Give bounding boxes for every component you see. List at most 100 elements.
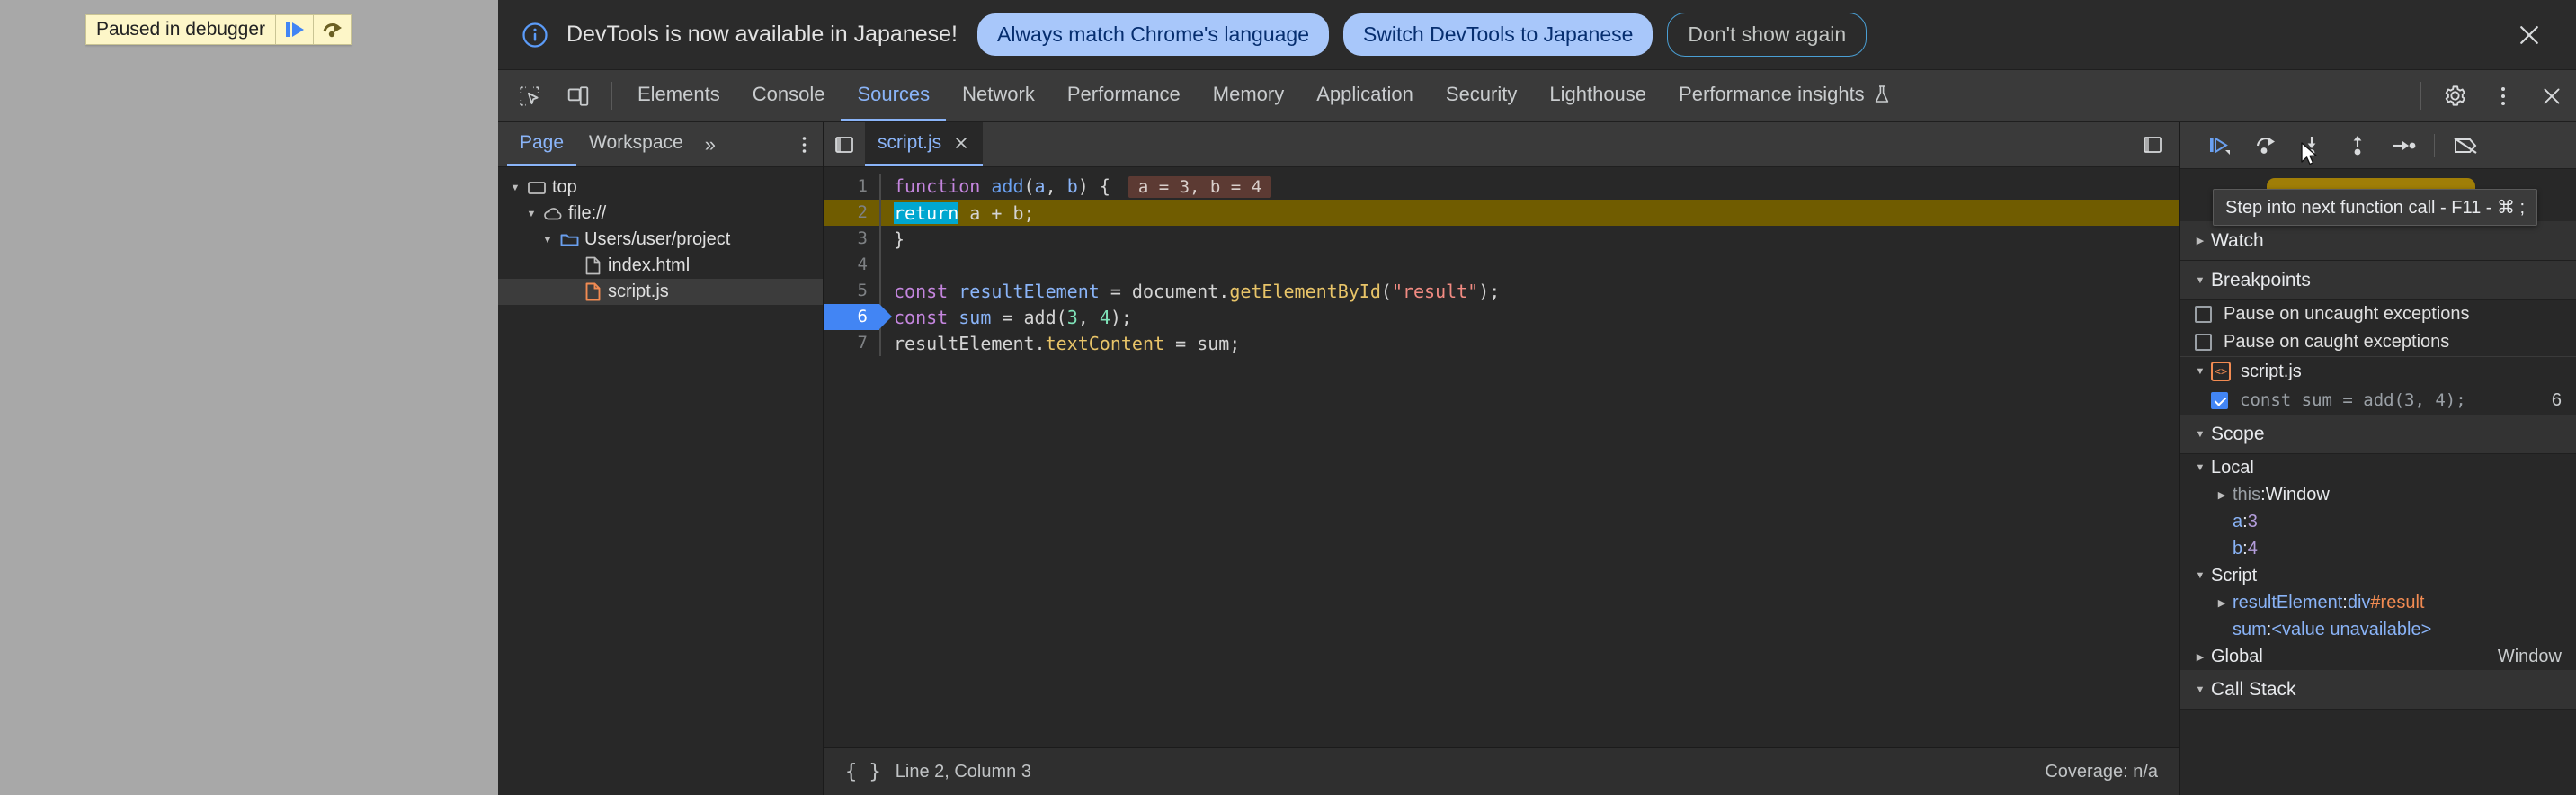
tab-lighthouse[interactable]: Lighthouse	[1533, 70, 1662, 121]
step-out-button[interactable]	[2338, 128, 2377, 164]
code-line[interactable]: 7 resultElement.textContent = sum;	[824, 330, 2179, 356]
gear-icon[interactable]	[2432, 75, 2477, 117]
close-icon[interactable]	[2506, 12, 2553, 58]
step-over-button[interactable]	[2246, 128, 2286, 164]
editor-status-bar: { } Line 2, Column 3 Coverage: n/a	[824, 747, 2179, 795]
code-line[interactable]: 3 }	[824, 226, 2179, 252]
more-tabs-chevron-icon[interactable]: »	[696, 122, 725, 166]
line-number[interactable]: 3	[824, 226, 879, 252]
tab-sources[interactable]: Sources	[841, 70, 946, 121]
navigator-more-options-icon[interactable]	[785, 122, 823, 166]
tab-performance[interactable]: Performance	[1051, 70, 1197, 121]
pause-on-caught-exceptions-row[interactable]: Pause on caught exceptions	[2180, 328, 2576, 356]
resume-script-icon[interactable]	[275, 15, 313, 44]
scope-var-value: 3	[2248, 512, 2258, 532]
step-over-icon[interactable]	[313, 15, 351, 44]
editor-tabs-right-actions	[2135, 122, 2179, 166]
switch-devtools-to-japanese-button[interactable]: Switch DevTools to Japanese	[1343, 13, 1653, 56]
pause-on-uncaught-exceptions-row[interactable]: Pause on uncaught exceptions	[2180, 300, 2576, 328]
tree-item-script-js[interactable]: script.js	[498, 279, 823, 305]
section-header-breakpoints[interactable]: ▼ Breakpoints	[2180, 261, 2576, 300]
twisty-icon[interactable]: ▼	[2189, 684, 2211, 695]
code-line-executing[interactable]: 2 return a + b;	[824, 200, 2179, 226]
tab-memory[interactable]: Memory	[1197, 70, 1300, 121]
tree-item-label: file://	[568, 203, 606, 224]
inspect-element-icon[interactable]	[507, 75, 552, 117]
twisty-icon[interactable]: ▼	[521, 209, 541, 219]
scope-group-local[interactable]: ▼ Local	[2180, 454, 2576, 481]
breakpoint-marker[interactable]: 6	[824, 304, 879, 330]
nav-tab-workspace[interactable]: Workspace	[576, 122, 696, 166]
code-line[interactable]: 1 function add(a, b) {a = 3, b = 4	[824, 174, 2179, 200]
twisty-icon[interactable]: ▼	[2189, 429, 2211, 440]
always-match-chrome-language-button[interactable]: Always match Chrome's language	[977, 13, 1329, 56]
tab-elements[interactable]: Elements	[621, 70, 736, 121]
deactivate-breakpoints-button[interactable]	[2446, 128, 2485, 164]
breakpoint-entry[interactable]: const sum = add(3, 4); 6	[2180, 386, 2576, 415]
twisty-icon[interactable]: ▶	[2211, 489, 2233, 501]
nav-tab-page[interactable]: Page	[507, 122, 576, 166]
twisty-icon[interactable]: ▼	[2189, 462, 2211, 473]
tree-item-label: index.html	[608, 255, 690, 276]
section-header-watch[interactable]: ▶ Watch	[2180, 221, 2576, 261]
scope-var-a[interactable]: a : 3	[2180, 508, 2576, 535]
twisty-icon[interactable]: ▶	[2211, 597, 2233, 609]
checkbox[interactable]	[2195, 334, 2212, 351]
line-number[interactable]: 4	[824, 252, 879, 278]
scope-var-resultelement[interactable]: ▶ resultElement : div#result	[2180, 589, 2576, 616]
section-header-call-stack[interactable]: ▼ Call Stack	[2180, 670, 2576, 710]
scope-var-b[interactable]: b : 4	[2180, 535, 2576, 562]
pretty-print-icon[interactable]: { }	[845, 761, 881, 783]
tab-application[interactable]: Application	[1300, 70, 1430, 121]
section-header-scope[interactable]: ▼ Scope	[2180, 415, 2576, 454]
device-toolbar-icon[interactable]	[556, 75, 601, 117]
show-navigator-icon[interactable]	[824, 122, 865, 166]
coverage-label: Coverage: n/a	[2045, 762, 2158, 782]
close-devtools-icon[interactable]	[2529, 75, 2574, 117]
code-line-breakpoint[interactable]: 6 const sum = add(3, 4);	[824, 304, 2179, 330]
twisty-icon[interactable]: ▼	[505, 183, 525, 193]
tab-security[interactable]: Security	[1430, 70, 1533, 121]
checkbox[interactable]	[2195, 306, 2212, 323]
tree-item-index-html[interactable]: index.html	[498, 253, 823, 279]
scope-var-this[interactable]: ▶ this : Window	[2180, 481, 2576, 508]
twisty-icon[interactable]: ▶	[2189, 235, 2211, 246]
scope-var-value: div#result	[2348, 593, 2425, 613]
tab-console[interactable]: Console	[736, 70, 842, 121]
open-in-new-panel-icon[interactable]	[2135, 127, 2170, 163]
close-icon[interactable]	[952, 134, 970, 152]
code-editor[interactable]: 1 function add(a, b) {a = 3, b = 4 2 ret…	[824, 167, 2179, 747]
resume-button[interactable]	[2200, 128, 2240, 164]
twisty-icon[interactable]: ▼	[2189, 366, 2211, 377]
scope-group-script[interactable]: ▼ Script	[2180, 562, 2576, 589]
scope-group-global[interactable]: ▶ Global Window	[2180, 643, 2576, 670]
twisty-icon[interactable]: ▼	[2189, 570, 2211, 581]
code-text: resultElement.textContent = sum;	[894, 333, 1240, 354]
tree-item-top[interactable]: ▼ top	[498, 174, 823, 201]
line-number[interactable]: 5	[824, 278, 879, 304]
twisty-icon[interactable]: ▼	[2189, 275, 2211, 286]
line-number[interactable]: 7	[824, 330, 879, 356]
line-number[interactable]: 1	[824, 174, 879, 200]
javascript-file-icon: <>	[2211, 362, 2231, 381]
line-number[interactable]: 2	[824, 200, 879, 226]
scope-var-sum[interactable]: sum : <value unavailable>	[2180, 616, 2576, 643]
breakpoint-group-script-js[interactable]: ▼ <> script.js	[2180, 356, 2576, 386]
more-options-icon[interactable]	[2481, 75, 2526, 117]
code-line[interactable]: 5 const resultElement = document.getElem…	[824, 278, 2179, 304]
step-into-button[interactable]	[2292, 128, 2331, 164]
code-line[interactable]: 4	[824, 252, 2179, 278]
twisty-icon[interactable]: ▶	[2189, 651, 2211, 663]
twisty-icon[interactable]: ▼	[538, 235, 557, 246]
indent-guide	[879, 174, 881, 200]
dont-show-again-button[interactable]: Don't show again	[1667, 13, 1867, 57]
tab-network[interactable]: Network	[946, 70, 1051, 121]
tree-item-project-folder[interactable]: ▼ Users/user/project	[498, 227, 823, 253]
checkbox-label: Pause on uncaught exceptions	[2224, 304, 2470, 325]
indent-guide	[879, 278, 881, 304]
editor-tab-script-js[interactable]: script.js	[865, 122, 983, 166]
step-button[interactable]	[2384, 128, 2423, 164]
checkbox[interactable]	[2211, 392, 2228, 409]
tree-item-file-origin[interactable]: ▼ file://	[498, 201, 823, 227]
tab-performance-insights[interactable]: Performance insights	[1662, 70, 1907, 121]
